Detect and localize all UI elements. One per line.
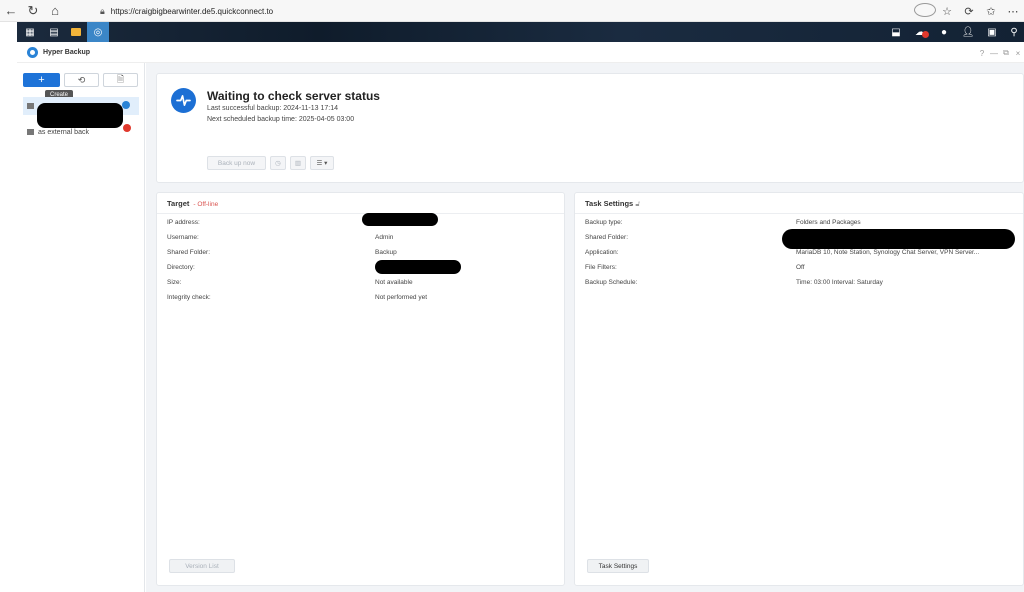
- row-label: Integrity check:: [167, 294, 211, 301]
- row-label: Backup type:: [585, 219, 623, 226]
- row-label: Application:: [585, 249, 619, 256]
- help-button[interactable]: ?: [976, 49, 988, 58]
- task-settings-button[interactable]: Task Settings: [587, 559, 649, 573]
- redacted-directory: [375, 260, 461, 274]
- detail-row: Size: Not available: [167, 279, 554, 289]
- row-label: IP address:: [167, 219, 200, 226]
- restore-button[interactable]: ⟲: [64, 73, 99, 87]
- divider: [157, 213, 564, 214]
- row-label: Backup Schedule:: [585, 279, 638, 286]
- statistics-icon[interactable]: ▥: [290, 156, 306, 170]
- server-icon: [27, 129, 34, 135]
- minimize-button[interactable]: —: [988, 49, 1000, 58]
- redacted-shared-folder: [782, 229, 1015, 249]
- row-value: Backup: [375, 249, 397, 256]
- check-integrity-icon[interactable]: ◷: [270, 156, 286, 170]
- row-label: Shared Folder:: [585, 234, 628, 241]
- row-value: Not available: [375, 279, 413, 286]
- task-settings-panel: Task Settings 🔓︎ Backup type: Folders and…: [574, 192, 1024, 586]
- row-label: Size:: [167, 279, 182, 286]
- user-icon[interactable]: 👤︎: [956, 22, 980, 42]
- main-menu-icon[interactable]: ▦: [17, 22, 43, 42]
- target-title: Target - Off-line: [167, 199, 218, 208]
- divider: [575, 213, 1023, 214]
- create-button[interactable]: +: [23, 73, 60, 87]
- plus-icon: +: [38, 74, 45, 86]
- detail-row: Username: Admin: [167, 234, 554, 244]
- address-bar[interactable]: 🔒︎ https://craigbigbearwinter.de5.quickc…: [94, 3, 914, 19]
- reader-icon[interactable]: [914, 2, 936, 20]
- detail-row: Shared Folder: Backup: [167, 249, 554, 259]
- home-icon[interactable]: ⌂: [44, 0, 66, 22]
- chat-icon[interactable]: ●: [932, 22, 956, 42]
- version-list-button[interactable]: Version List: [169, 559, 235, 573]
- reload-icon[interactable]: ↻: [22, 0, 44, 22]
- task-list-panel: + ⟲ 🗎︎ Create as external back: [17, 63, 145, 592]
- detail-row: File Filters: Off: [585, 264, 1011, 274]
- hyper-backup-taskbar-icon[interactable]: ◎: [87, 22, 109, 42]
- document-icon: 🗎︎: [116, 74, 125, 84]
- detail-row: Directory:: [167, 264, 554, 274]
- redacted-task-name: [37, 103, 123, 128]
- lock-settings-icon: 🔓︎: [635, 199, 641, 208]
- row-value: Not performed yet: [375, 294, 428, 301]
- lock-icon: 🔒︎: [100, 5, 105, 16]
- status-error-icon: [123, 124, 131, 132]
- action-menu-button[interactable]: ☰ ▾: [310, 156, 334, 170]
- offline-status: - Off-line: [193, 201, 219, 208]
- restore-icon: ⟲: [77, 74, 86, 85]
- back-up-now-button[interactable]: Back up now: [207, 156, 266, 170]
- main-content: Waiting to check server status Last succ…: [146, 63, 1024, 592]
- favorite-star-icon[interactable]: ☆: [936, 5, 958, 18]
- widgets-icon[interactable]: ▣: [980, 22, 1004, 42]
- redacted-ip: [362, 213, 438, 226]
- status-ok-icon: [122, 101, 130, 109]
- file-station-icon[interactable]: [65, 22, 87, 42]
- download-icon[interactable]: ⬓: [884, 22, 908, 42]
- notifications-icon[interactable]: ☁: [908, 22, 932, 42]
- log-button[interactable]: 🗎︎: [103, 73, 138, 87]
- detail-row: Backup Schedule: Time: 03:00 Interval: Sa…: [585, 279, 1011, 289]
- detail-row: Application: MariaDB 10, Note Station, Sy…: [585, 249, 1011, 259]
- heartbeat-icon: [171, 88, 196, 113]
- row-value: Admin: [375, 234, 394, 241]
- task-settings-title: Task Settings 🔓︎: [585, 199, 640, 209]
- row-label: File Filters:: [585, 264, 617, 271]
- extension-icon[interactable]: ⟳: [958, 5, 980, 18]
- close-button[interactable]: ×: [1012, 49, 1024, 58]
- status-title: Waiting to check server status: [207, 89, 380, 103]
- server-icon: [27, 103, 34, 109]
- url-text: https://craigbigbearwinter.de5.quickconn…: [110, 6, 274, 16]
- detail-row: Backup type: Folders and Packages: [585, 219, 1011, 229]
- search-icon[interactable]: ⚲: [1004, 22, 1024, 42]
- notification-badge: [922, 31, 929, 38]
- back-icon[interactable]: ←: [0, 0, 22, 22]
- next-backup-text: Next scheduled backup time: 2025-04-05 0…: [207, 116, 355, 123]
- task-label: as external back: [38, 128, 89, 136]
- detail-row: Integrity check: Not performed yet: [167, 294, 554, 304]
- last-backup-text: Last successful backup: 2024-11-13 17:14: [207, 105, 339, 112]
- maximize-button[interactable]: ⧉: [1000, 48, 1012, 58]
- detail-row: IP address:: [167, 219, 554, 229]
- target-heading: Target: [167, 199, 190, 208]
- row-value: Off: [796, 264, 805, 271]
- window-titlebar: Hyper Backup ? — ⧉ ×: [17, 43, 1024, 63]
- row-label: Username:: [167, 234, 199, 241]
- target-panel: Target - Off-line IP address: Username: Adm…: [156, 192, 565, 586]
- favorites-icon[interactable]: ✩: [980, 5, 1002, 18]
- row-value: MariaDB 10, Note Station, Synology Chat …: [796, 249, 980, 256]
- dsm-taskbar: ▦ ▤ ◎ ⬓ ☁ ● 👤︎ ▣ ⚲: [17, 22, 1024, 42]
- package-center-icon[interactable]: ▤: [43, 22, 65, 42]
- row-label: Directory:: [167, 264, 195, 271]
- window-title: Hyper Backup: [43, 49, 91, 56]
- more-icon[interactable]: ⋯: [1002, 5, 1024, 18]
- hyper-backup-icon: [27, 47, 38, 58]
- row-label: Shared Folder:: [167, 249, 210, 256]
- settings-heading: Task Settings: [585, 199, 634, 208]
- row-value: Time: 03:00 Interval: Saturday: [796, 279, 883, 286]
- browser-toolbar: ← ↻ ⌂ 🔒︎ https://craigbigbearwinter.de5.…: [0, 0, 1024, 22]
- row-value: Folders and Packages: [796, 219, 861, 226]
- status-card: Waiting to check server status Last succ…: [156, 73, 1024, 183]
